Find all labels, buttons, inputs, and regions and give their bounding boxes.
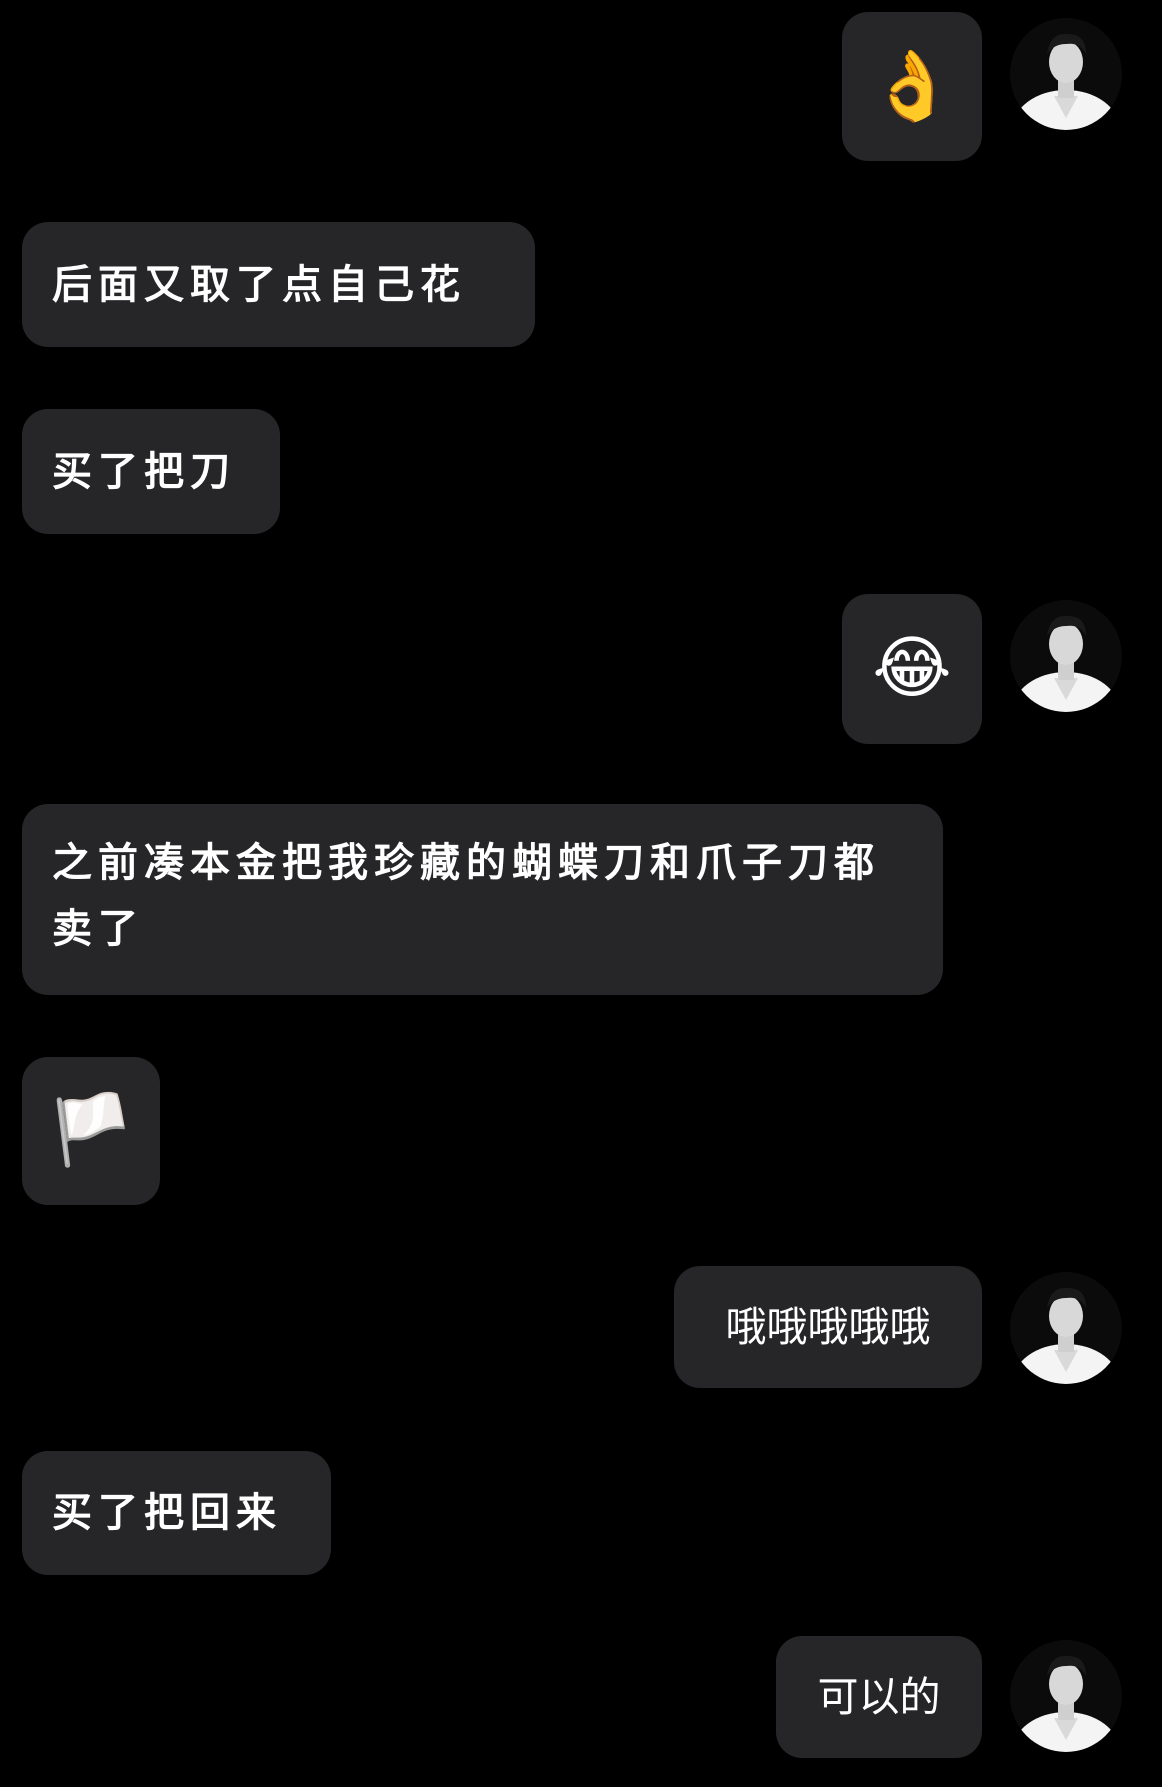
outgoing-message-bubble[interactable]: 👌 [842, 12, 982, 161]
message-text: 可以的 [817, 1673, 941, 1721]
message-text: 后面又取了点自己花 [52, 261, 466, 308]
incoming-message-bubble[interactable]: 🏳️ [22, 1057, 160, 1205]
avatar-portrait-icon [1010, 600, 1122, 712]
white-flag-emoji: 🏳️ [48, 1091, 134, 1170]
user-avatar[interactable] [1010, 600, 1122, 712]
tears-of-joy-emoji: 😂 [872, 629, 952, 708]
message-text: 哦哦哦哦哦 [725, 1303, 931, 1351]
incoming-message-bubble[interactable]: 买了把刀 [22, 409, 280, 534]
incoming-message-bubble[interactable]: 买了把回来 [22, 1451, 331, 1575]
avatar-portrait-icon [1010, 1272, 1122, 1384]
user-avatar[interactable] [1010, 1640, 1122, 1752]
outgoing-message-bubble[interactable]: 可以的 [776, 1636, 982, 1758]
user-avatar[interactable] [1010, 18, 1122, 130]
incoming-message-bubble[interactable]: 后面又取了点自己花 [22, 222, 535, 347]
message-text: 之前凑本金把我珍藏的蝴蝶刀和爪子刀都卖了 [52, 840, 880, 952]
chat-thread: 👌 后面又取了点自己花 买了把刀 😂 之前凑本金把我珍藏的蝴蝶刀和爪子刀都卖了 … [0, 0, 1162, 1787]
message-text: 买了把刀 [52, 448, 236, 495]
message-text: 买了把回来 [52, 1490, 282, 1536]
incoming-message-bubble[interactable]: 之前凑本金把我珍藏的蝴蝶刀和爪子刀都卖了 [22, 804, 943, 995]
outgoing-message-bubble[interactable]: 哦哦哦哦哦 [674, 1266, 982, 1388]
avatar-portrait-icon [1010, 18, 1122, 130]
avatar-portrait-icon [1010, 1640, 1122, 1752]
outgoing-message-bubble[interactable]: 😂 [842, 594, 982, 744]
ok-hand-emoji: 👌 [869, 46, 955, 126]
user-avatar[interactable] [1010, 1272, 1122, 1384]
